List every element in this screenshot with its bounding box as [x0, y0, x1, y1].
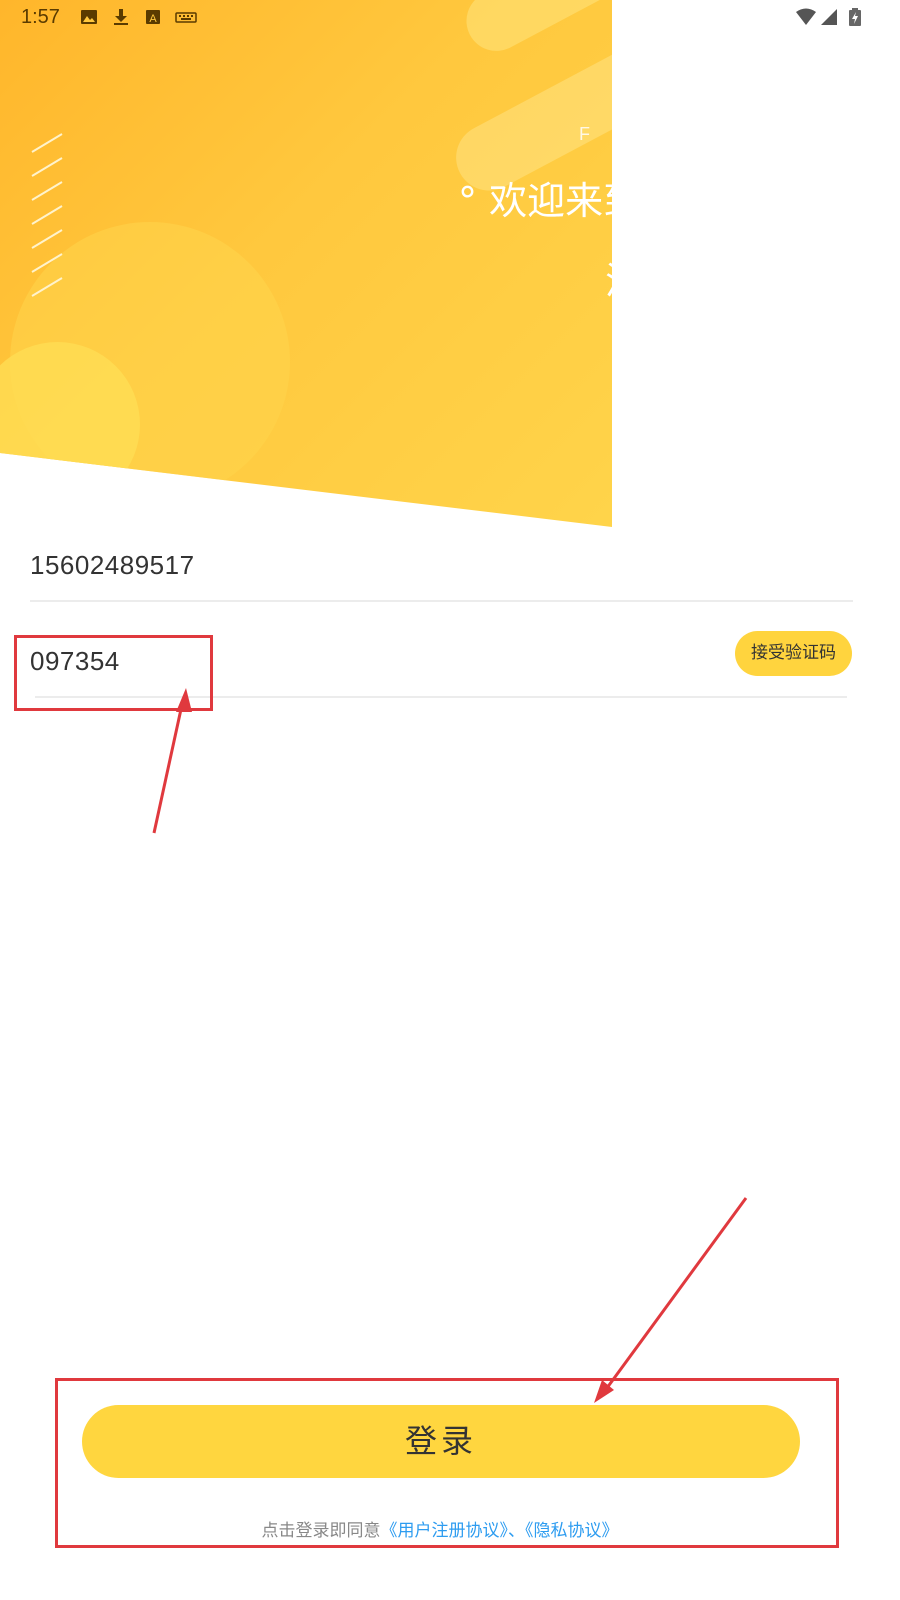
annotation-box-code	[14, 635, 213, 711]
phone-input[interactable]: 15602489517	[30, 540, 853, 602]
wifi-icon	[796, 8, 816, 25]
download-icon	[114, 9, 128, 25]
hero-welcome-text: ° 欢迎来到	[458, 179, 612, 223]
keyboard-icon	[175, 12, 197, 23]
annotation-arrow-login	[602, 1197, 748, 1393]
decor-stripes	[31, 133, 63, 297]
image-icon	[81, 10, 97, 24]
hero-english-text: F A	[579, 124, 612, 144]
svg-text:A: A	[149, 13, 157, 25]
signal-icon	[821, 9, 837, 25]
phone-value: 15602489517	[30, 550, 195, 580]
annotation-box-login	[55, 1378, 839, 1548]
status-bar: 1:57 A	[0, 0, 900, 36]
annotation-arrow-code	[152, 699, 185, 834]
hero-banner: F A ° 欢迎来到 汇	[0, 0, 612, 527]
text-icon: A	[146, 10, 160, 25]
get-code-button[interactable]: 接受验证码	[735, 631, 852, 676]
battery-icon	[849, 8, 861, 26]
status-time: 1:57	[21, 6, 60, 28]
hero-second-line: 汇	[605, 250, 612, 305]
